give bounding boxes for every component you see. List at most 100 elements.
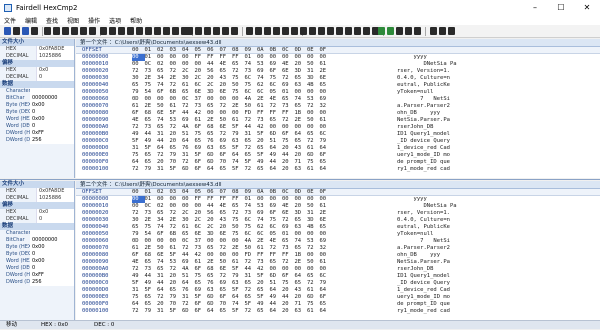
hex-byte[interactable]: 20 bbox=[257, 138, 270, 145]
hex-byte[interactable]: 72 bbox=[132, 210, 145, 217]
hex-byte[interactable]: 30 bbox=[182, 75, 195, 82]
hex-byte[interactable]: FF bbox=[220, 54, 233, 61]
hex-byte[interactable]: 20 bbox=[170, 138, 183, 145]
hex-byte[interactable]: 79 bbox=[170, 152, 183, 159]
cut-tool-icon[interactable] bbox=[246, 27, 253, 35]
hex-byte[interactable]: 44 bbox=[270, 301, 283, 308]
hex-byte[interactable]: 74 bbox=[245, 203, 258, 210]
minimize-button[interactable]: – bbox=[522, 0, 548, 15]
hex-byte[interactable]: 00 bbox=[145, 238, 158, 245]
row-ascii[interactable]: eutral, PublicKe bbox=[393, 82, 513, 89]
hex-byte[interactable]: 00 bbox=[157, 54, 170, 61]
hex-row[interactable]: 000000E0 75 65 72 79 31 5F 6D 6F 64 65 5F 49 44 20 6D 6F… bbox=[76, 294, 600, 301]
hex-byte[interactable]: 3D bbox=[207, 89, 220, 96]
menu-options[interactable]: 选项 bbox=[109, 16, 121, 25]
sync-tool-icon[interactable] bbox=[31, 27, 38, 35]
hex-byte[interactable]: 75 bbox=[245, 224, 258, 231]
hex-byte[interactable]: 6F bbox=[320, 152, 333, 159]
hex-byte[interactable]: 42 bbox=[195, 252, 208, 259]
hex-byte[interactable]: 69 bbox=[270, 203, 283, 210]
hex-byte[interactable]: FF bbox=[207, 54, 220, 61]
hex-byte[interactable]: 76 bbox=[182, 287, 195, 294]
hex-byte[interactable]: FF bbox=[232, 54, 245, 61]
hex-byte[interactable]: 5F bbox=[132, 138, 145, 145]
hex-byte[interactable]: 4A bbox=[245, 96, 258, 103]
hex-byte[interactable]: 4E bbox=[270, 96, 283, 103]
hex-byte[interactable]: 49 bbox=[270, 294, 283, 301]
hex-byte[interactable]: 64 bbox=[270, 145, 283, 152]
hex-byte[interactable]: 61 bbox=[307, 287, 320, 294]
hex-row[interactable]: 00000020 72 73 65 72 2C 20 56 65 72 73 69 6F 6E 3D 31 2E… bbox=[76, 68, 600, 75]
hex-byte[interactable]: 73 bbox=[245, 210, 258, 217]
hex-byte[interactable]: 6E bbox=[320, 217, 333, 224]
hex-byte[interactable]: 20 bbox=[195, 210, 208, 217]
hex-byte[interactable]: FD bbox=[245, 252, 258, 259]
hex-byte[interactable]: 6F bbox=[132, 252, 145, 259]
hex-byte[interactable]: 64 bbox=[232, 152, 245, 159]
mode-tool-icon[interactable] bbox=[186, 27, 193, 35]
hex-byte[interactable]: FF bbox=[195, 54, 208, 61]
hex-byte[interactable]: 5F bbox=[232, 124, 245, 131]
hex-byte[interactable]: 00 bbox=[320, 110, 333, 117]
first-tool-icon[interactable] bbox=[118, 27, 125, 35]
hex-byte[interactable]: 6E bbox=[282, 68, 295, 75]
hex-byte[interactable]: 65 bbox=[157, 210, 170, 217]
hex-byte[interactable]: 01 bbox=[145, 54, 158, 61]
row-ascii[interactable]: ry1_mode_red cad bbox=[393, 166, 513, 173]
hex-byte[interactable]: 44 bbox=[245, 266, 258, 273]
hex-byte[interactable]: 42 bbox=[257, 266, 270, 273]
hex-byte[interactable]: 6C bbox=[245, 89, 258, 96]
hex-byte[interactable]: 44 bbox=[182, 110, 195, 117]
copy-tool-icon[interactable] bbox=[53, 27, 60, 35]
row-ascii[interactable]: de prompt_ID que bbox=[393, 159, 513, 166]
row-ascii[interactable]: 1_device_red Cad bbox=[393, 287, 513, 294]
hex-byte[interactable]: 2E bbox=[232, 245, 245, 252]
hex-byte[interactable]: 2E bbox=[257, 96, 270, 103]
hex-byte[interactable]: 0C bbox=[145, 203, 158, 210]
hex-byte[interactable]: 65 bbox=[295, 75, 308, 82]
hex-byte[interactable]: 53 bbox=[257, 61, 270, 68]
hex-byte[interactable]: 44 bbox=[245, 124, 258, 131]
hex-byte[interactable]: 00 bbox=[320, 54, 333, 61]
hex-byte[interactable]: 72 bbox=[245, 117, 258, 124]
hex-row[interactable]: 00000050 79 54 6F 6B 65 6E 3D 6E 75 6C 6C 05 01 00 00 00… bbox=[76, 89, 600, 96]
row-ascii[interactable]: eutral, PublicKe bbox=[393, 224, 513, 231]
hex-byte[interactable]: 53 bbox=[307, 96, 320, 103]
hex-byte[interactable]: 00 bbox=[320, 266, 333, 273]
hex-byte[interactable]: 61 bbox=[170, 245, 183, 252]
hex-byte[interactable]: 6B bbox=[170, 231, 183, 238]
row-ascii[interactable]: NetSia.Parser.Pa bbox=[393, 259, 513, 266]
hex-byte[interactable]: 65 bbox=[270, 117, 283, 124]
hex-byte[interactable]: 65 bbox=[182, 231, 195, 238]
hex-byte[interactable]: 65 bbox=[195, 280, 208, 287]
goto-tool-icon[interactable] bbox=[136, 27, 143, 35]
hex-byte[interactable]: 65 bbox=[232, 203, 245, 210]
hex-byte[interactable]: 72 bbox=[232, 68, 245, 75]
hex-byte[interactable]: 74 bbox=[232, 301, 245, 308]
copy-tool-icon[interactable] bbox=[255, 27, 262, 35]
hex-byte[interactable]: 53 bbox=[257, 203, 270, 210]
hex-byte[interactable]: 72 bbox=[232, 210, 245, 217]
hex-byte[interactable]: 00 bbox=[232, 110, 245, 117]
hex-byte[interactable]: 65 bbox=[157, 266, 170, 273]
hex-byte[interactable]: 61 bbox=[232, 117, 245, 124]
hex-byte[interactable]: 64 bbox=[320, 166, 333, 173]
hex-byte[interactable]: 05 bbox=[270, 231, 283, 238]
hex-byte[interactable]: 75 bbox=[270, 217, 283, 224]
hex-byte[interactable]: 00 bbox=[320, 231, 333, 238]
hex-byte[interactable]: 69 bbox=[182, 117, 195, 124]
hex-byte[interactable]: 2C bbox=[207, 224, 220, 231]
hex-byte[interactable]: 00 bbox=[132, 54, 145, 61]
hex-byte[interactable]: 79 bbox=[145, 308, 158, 315]
hex-byte[interactable]: 65 bbox=[270, 259, 283, 266]
hex-byte[interactable]: 5F bbox=[245, 301, 258, 308]
hex-byte[interactable]: 01 bbox=[282, 231, 295, 238]
hex-byte[interactable]: 69 bbox=[195, 145, 208, 152]
row-ascii[interactable]: _ID device Query bbox=[393, 280, 513, 287]
hex-byte[interactable]: 00 bbox=[207, 252, 220, 259]
hex-byte[interactable]: 44 bbox=[207, 61, 220, 68]
hex-byte[interactable]: 65 bbox=[220, 210, 233, 217]
hex-byte[interactable]: 2E bbox=[320, 68, 333, 75]
hex-byte[interactable]: 2E bbox=[295, 117, 308, 124]
hex-byte[interactable]: 00 bbox=[157, 96, 170, 103]
